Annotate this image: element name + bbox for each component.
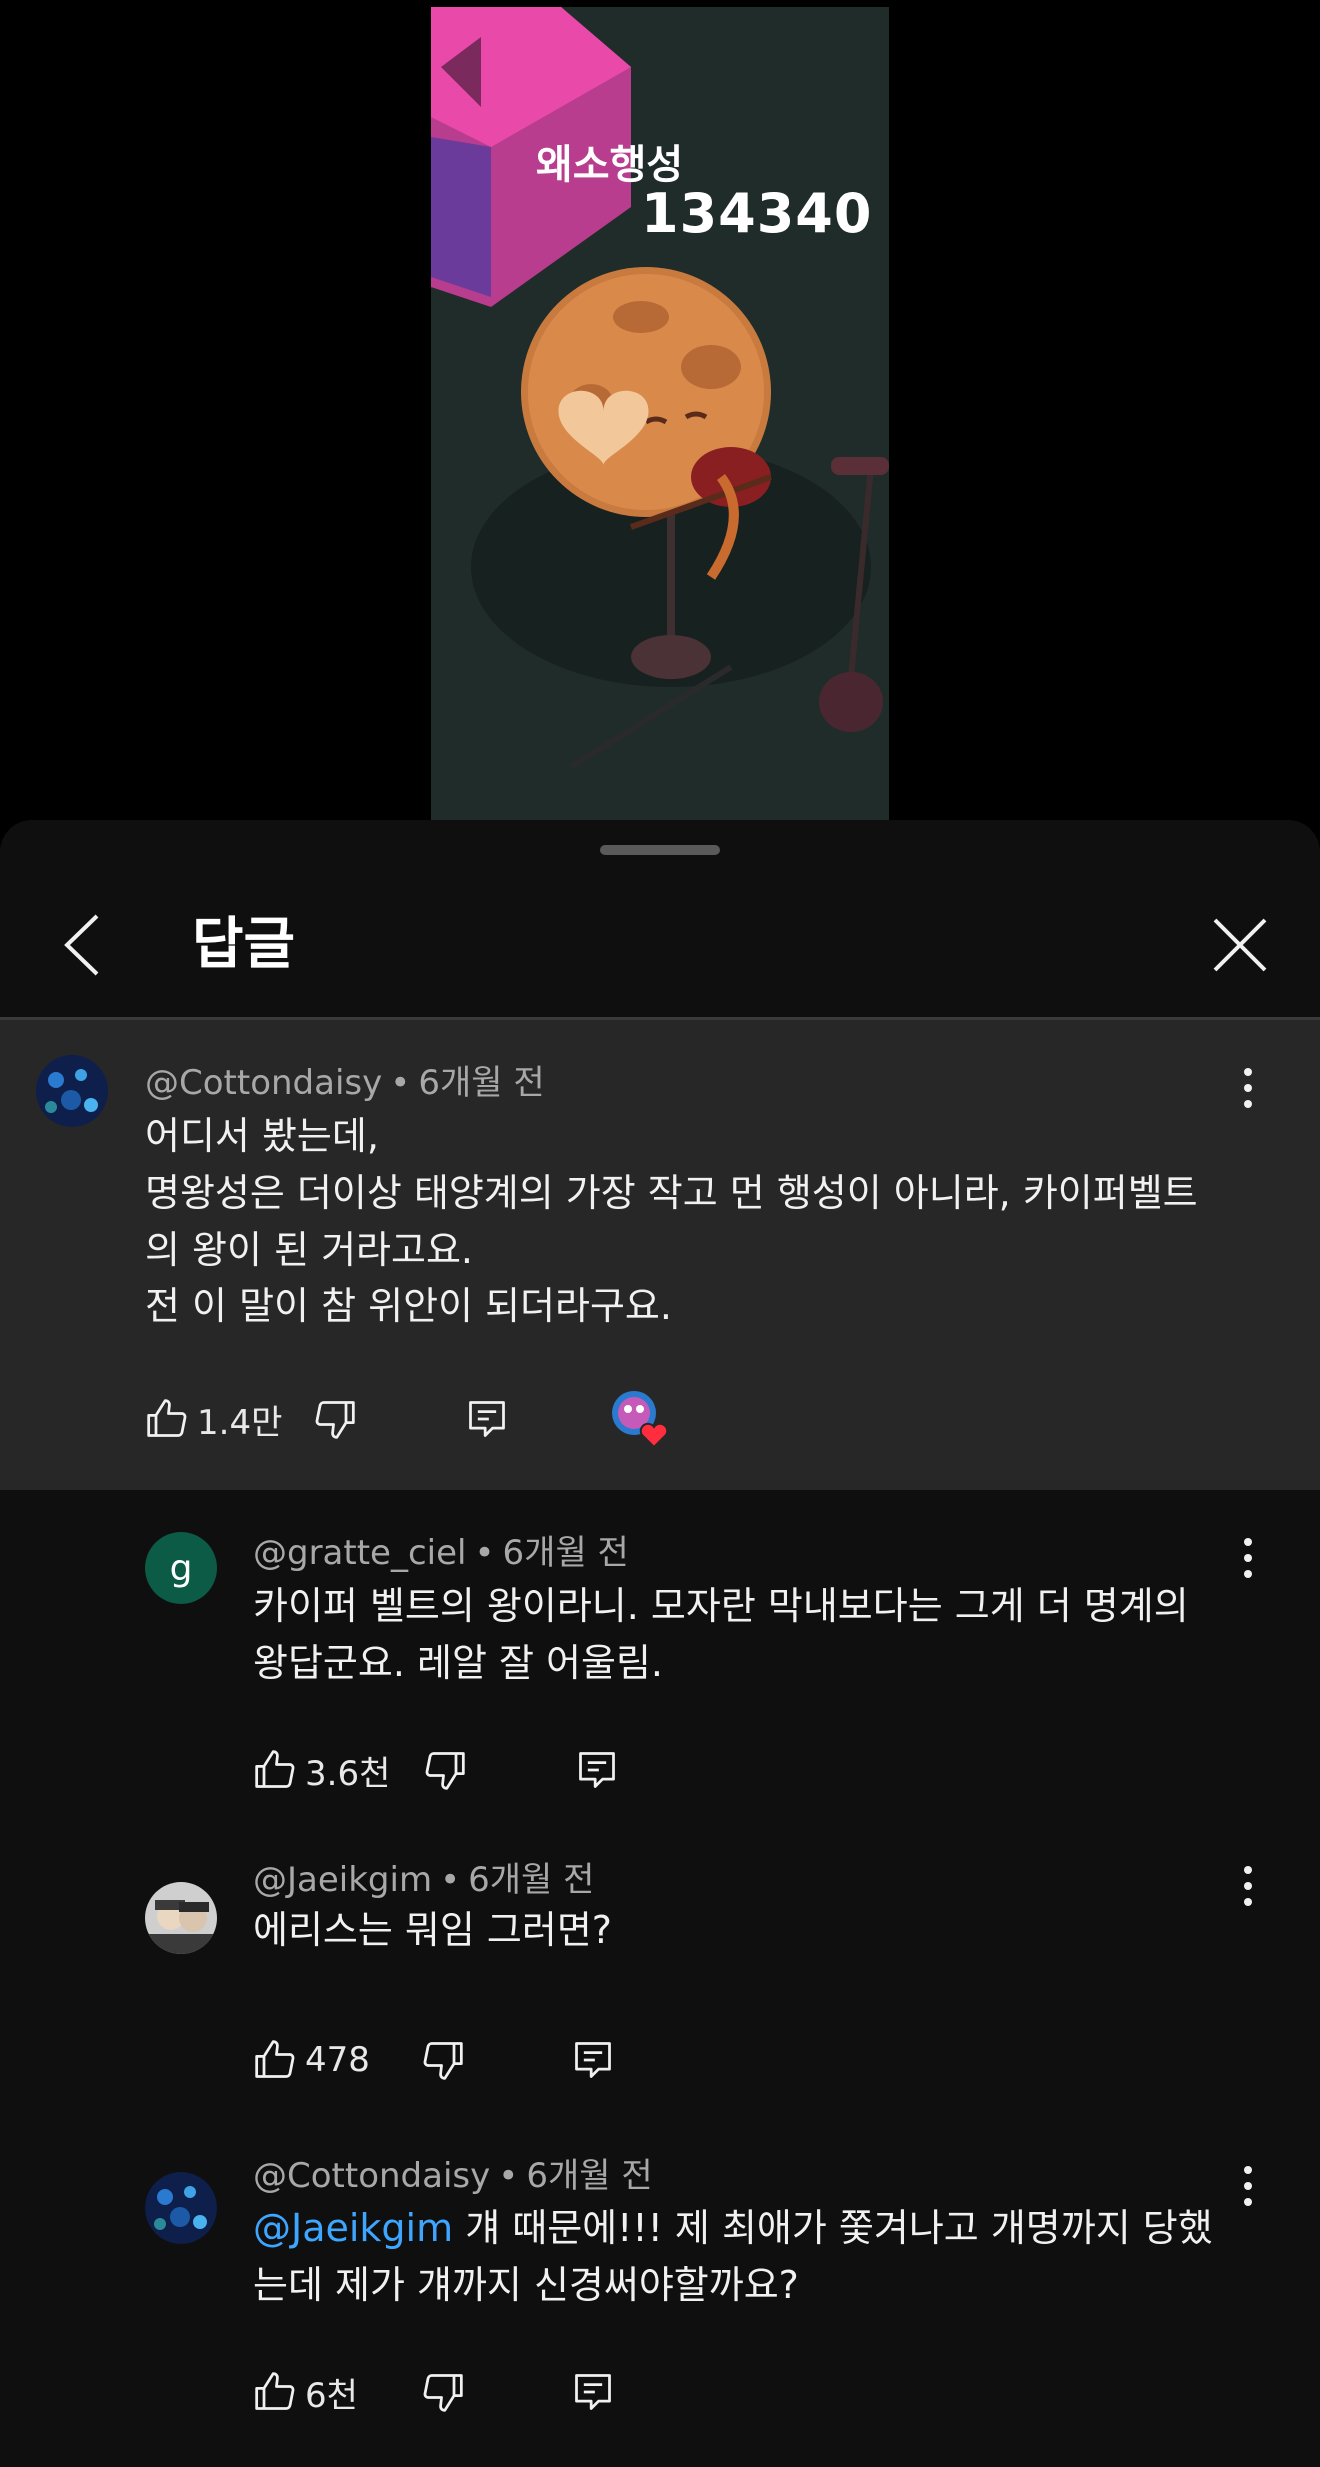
dislike-button[interactable] [421, 2030, 465, 2090]
dislike-button[interactable] [313, 1389, 357, 1449]
comment-text-line: 전 이 말이 참 위안이 되더라구요. [145, 1284, 672, 1328]
close-button[interactable] [1205, 910, 1275, 980]
reply-item: @Jaeikgim • 6개월 전 에리스는 뭐임 그러면? 478 [0, 1840, 1320, 2130]
thumbs-up-icon [255, 2372, 295, 2410]
comment-author[interactable]: @Cottondaisy [145, 1063, 382, 1103]
meta-separator: • [440, 1860, 461, 1900]
comment-time[interactable]: 6개월 전 [418, 1063, 544, 1103]
like-count: 6천 [305, 2375, 358, 2416]
comment-text-line: 어디서 봤는데, [145, 1114, 379, 1158]
more-vertical-icon [1244, 1538, 1252, 1578]
thumbs-down-icon [315, 1401, 355, 1439]
video-frame[interactable]: 왜소행성 134340 [431, 7, 889, 820]
parent-comment: @Cottondaisy • 6개월 전 어디서 봤는데, 명왕성은 더이상 태양계… [0, 1020, 1320, 1490]
reply-meta: @Jaeikgim • 6개월 전 [253, 1852, 594, 1901]
avatar[interactable] [145, 2172, 217, 2244]
avatar-letter: g [169, 1547, 193, 1589]
chevron-left-icon [64, 914, 99, 976]
like-button[interactable]: 6천 [253, 2362, 358, 2422]
reply-actions: 478 [253, 2030, 753, 2090]
panel-title: 답글 [192, 912, 296, 977]
comment-text-line: 명왕성은 더이상 태양계의 가장 작고 먼 행성이 아니라, 카이퍼벨트 [145, 1171, 1198, 1215]
creator-heart-icon [612, 1391, 669, 1449]
like-button[interactable]: 478 [253, 2030, 370, 2090]
reply-comment-icon [575, 2042, 611, 2078]
reply-button[interactable] [575, 1740, 619, 1800]
meta-separator: • [498, 2156, 519, 2196]
reply-comment-icon [575, 2374, 611, 2410]
reply-time[interactable]: 6개월 전 [468, 1860, 594, 1900]
close-icon [1213, 918, 1267, 972]
avatar[interactable] [36, 1055, 108, 1127]
reply-text-line: 카이퍼 벨트의 왕이라니. 모자란 막내보다는 그게 더 명계의 [253, 1584, 1189, 1628]
replies-panel: 답글 @Cottondaisy • 6개월 전 어디서 봤는데, 명왕성은 더이… [0, 820, 1320, 2467]
dislike-button[interactable] [421, 2362, 465, 2422]
reply-time[interactable]: 6개월 전 [503, 1533, 629, 1573]
reply-meta: @gratte_ciel • 6개월 전 [253, 1525, 629, 1574]
like-count: 478 [305, 2040, 370, 2080]
reply-more-button[interactable] [1233, 1858, 1263, 1918]
more-vertical-icon [1244, 1866, 1252, 1906]
like-button[interactable]: 1.4만 [145, 1389, 282, 1449]
like-count: 1.4만 [197, 1402, 283, 1443]
reply-text-line: 는데 제가 걔까지 신경써야할까요? [253, 2263, 799, 2307]
reply-item: g @gratte_ciel • 6개월 전 카이퍼 벨트의 왕이라니. 모자란 막… [0, 1490, 1320, 1840]
reply-actions: 6천 [253, 2362, 753, 2422]
reply-text-line: @Jaeikgim 걔 때문에!!! 제 최애가 쫓겨나고 개명까지 당했 [253, 2200, 1213, 2256]
reply-button[interactable] [571, 2030, 615, 2090]
creator-heart-badge [608, 1385, 672, 1449]
reply-time[interactable]: 6개월 전 [526, 2156, 652, 2196]
thumbs-down-icon [423, 2042, 463, 2080]
reply-text-line: 에리스는 뭐임 그러면? [253, 1908, 612, 1952]
thumbs-down-icon [425, 1752, 465, 1790]
comment-more-button[interactable] [1233, 1060, 1263, 1120]
avatar-image-icon [36, 1055, 108, 1127]
thumbs-up-icon [147, 1399, 187, 1437]
panel-header: 답글 [0, 890, 1320, 1000]
reply-more-button[interactable] [1233, 1530, 1263, 1590]
more-vertical-icon [1244, 1068, 1252, 1108]
reply-button[interactable] [465, 1389, 509, 1449]
drag-handle[interactable] [600, 845, 720, 855]
reply-author[interactable]: @gratte_ciel [253, 1533, 466, 1573]
more-vertical-icon [1244, 2166, 1252, 2206]
reply-text-fragment: 걔 때문에!!! 제 최애가 쫓겨나고 개명까지 당했 [453, 2206, 1213, 2250]
video-player[interactable]: 왜소행성 134340 [0, 0, 1320, 820]
reply-more-button[interactable] [1233, 2158, 1263, 2218]
reply-button[interactable] [571, 2362, 615, 2422]
thumbs-up-icon [255, 1750, 295, 1788]
avatar[interactable]: g [145, 1532, 217, 1604]
reply-text-line: 왕답군요. 레알 잘 어울림. [253, 1641, 663, 1685]
back-button[interactable] [55, 910, 115, 980]
reply-actions: 3.6천 [253, 1740, 753, 1800]
dislike-button[interactable] [423, 1740, 467, 1800]
comment-text-line: 의 왕이 된 거라고요. [145, 1228, 473, 1272]
reply-comment-icon [469, 1401, 505, 1437]
reply-item: @Cottondaisy • 6개월 전 @Jaeikgim 걔 때문에!!! 제 … [0, 2130, 1320, 2467]
avatar-image-icon [145, 1882, 217, 1954]
like-count: 3.6천 [305, 1753, 391, 1794]
avatar[interactable] [145, 1882, 217, 1954]
meta-separator: • [390, 1063, 411, 1103]
like-button[interactable]: 3.6천 [253, 1740, 390, 1800]
reply-comment-icon [579, 1752, 615, 1788]
mention-link[interactable]: @Jaeikgim [253, 2206, 453, 2250]
video-overlay-number: 134340 [641, 182, 873, 245]
reply-author[interactable]: @Jaeikgim [253, 1860, 432, 1900]
thumbs-down-icon [423, 2374, 463, 2412]
reply-author[interactable]: @Cottondaisy [253, 2156, 490, 2196]
meta-separator: • [474, 1533, 495, 1573]
avatar-image-icon [145, 2172, 217, 2244]
video-thumbnail-art [431, 7, 889, 820]
comment-meta: @Cottondaisy • 6개월 전 [145, 1055, 545, 1104]
reply-meta: @Cottondaisy • 6개월 전 [253, 2148, 653, 2197]
thumbs-up-icon [255, 2040, 295, 2078]
